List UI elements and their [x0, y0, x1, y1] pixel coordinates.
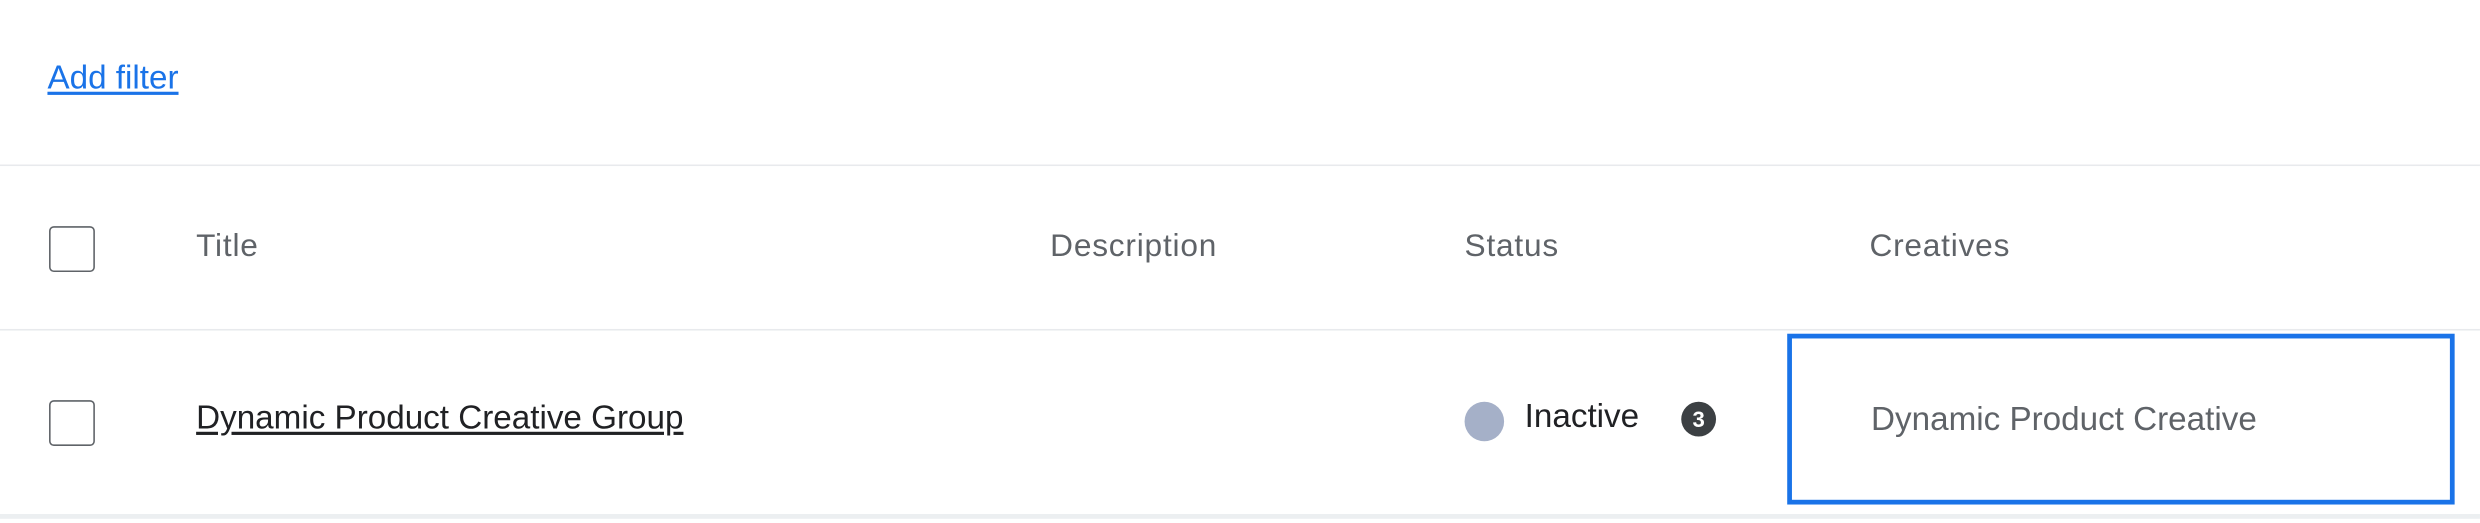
divider — [0, 514, 2480, 519]
column-header-creatives[interactable]: Creatives — [1869, 229, 2010, 265]
select-all-checkbox[interactable] — [49, 226, 95, 273]
divider — [0, 164, 2480, 167]
creatives-text: Dynamic Product Creative — [1871, 401, 2257, 439]
creatives-cell[interactable]: Dynamic Product Creative — [1787, 333, 2455, 505]
row-select-checkbox[interactable] — [49, 400, 95, 447]
row-title-link[interactable]: Dynamic Product Creative Group — [196, 400, 683, 438]
status-text: Inactive — [1524, 398, 1640, 435]
page: Add filter Title Description Status Crea… — [0, 0, 2480, 522]
number-badge-icon[interactable]: 3 — [1681, 401, 1717, 437]
add-filter-link[interactable]: Add filter — [47, 60, 178, 98]
status-dot-icon — [1464, 401, 1505, 442]
divider — [0, 328, 2480, 331]
column-header-description[interactable]: Description — [1050, 229, 1217, 265]
column-header-title[interactable]: Title — [196, 229, 259, 265]
column-header-status[interactable]: Status — [1465, 229, 1559, 265]
